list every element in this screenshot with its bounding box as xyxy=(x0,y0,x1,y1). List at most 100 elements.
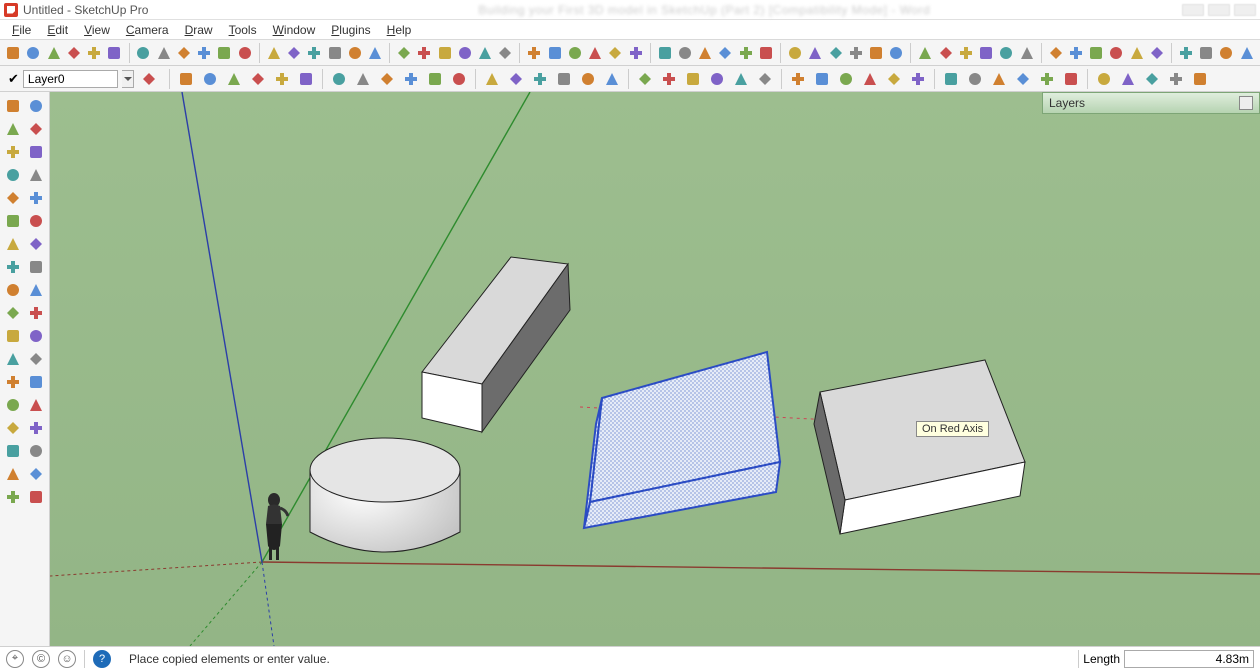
tb2-w-icon[interactable] xyxy=(400,68,422,90)
tool-camera-icon[interactable] xyxy=(25,439,48,462)
tb1-arc-icon[interactable] xyxy=(305,42,323,64)
tb2-layer-vis-icon[interactable] xyxy=(175,68,197,90)
tb1-right-icon[interactable] xyxy=(916,42,934,64)
tool-section-icon[interactable] xyxy=(2,439,25,462)
tool-move-icon[interactable] xyxy=(2,232,25,255)
tb1-dimension-icon[interactable] xyxy=(586,42,604,64)
tb1-line-icon[interactable] xyxy=(236,42,254,64)
layer-selector[interactable]: ✔ xyxy=(4,68,164,90)
tb2-diamond-icon[interactable] xyxy=(1060,68,1082,90)
tool-curve-icon[interactable] xyxy=(25,209,48,232)
tb2-intersect-icon[interactable] xyxy=(706,68,728,90)
status-icon-user[interactable]: ☺ xyxy=(58,650,76,668)
tb2-sandbox-icon[interactable] xyxy=(553,68,575,90)
tb1-bush-icon[interactable] xyxy=(1217,42,1235,64)
tb1-skin-icon[interactable] xyxy=(1047,42,1065,64)
tool-protractor-icon[interactable] xyxy=(25,347,48,370)
tb2-flip-icon[interactable] xyxy=(658,68,680,90)
tb1-circle-icon[interactable] xyxy=(346,42,364,64)
tb1-zoom-icon[interactable] xyxy=(716,42,734,64)
tb1-paste-icon[interactable] xyxy=(85,42,103,64)
tb1-top-icon[interactable] xyxy=(867,42,885,64)
menu-camera[interactable]: Camera xyxy=(120,23,175,37)
viewport-3d[interactable]: On Red Axis Layers xyxy=(50,92,1260,646)
tb1-scale-icon[interactable] xyxy=(476,42,494,64)
tb1-stop-icon[interactable] xyxy=(1128,42,1146,64)
tool-rectangle-icon[interactable] xyxy=(2,140,25,163)
tb2-bb-icon[interactable] xyxy=(481,68,503,90)
tb2-clean-icon[interactable] xyxy=(835,68,857,90)
tb2-cube-b-icon[interactable] xyxy=(1189,68,1211,90)
tb1-play-icon[interactable] xyxy=(1107,42,1125,64)
tb1-front-icon[interactable] xyxy=(887,42,905,64)
tool-paint-icon[interactable] xyxy=(25,94,48,117)
length-field[interactable] xyxy=(1124,650,1254,668)
menu-window[interactable]: Window xyxy=(267,23,322,37)
tb2-component-icon[interactable] xyxy=(199,68,221,90)
tb2-scenes-icon[interactable] xyxy=(352,68,374,90)
tb1-views-icon[interactable] xyxy=(826,42,844,64)
tb2-smooth-icon[interactable] xyxy=(529,68,551,90)
tb1-undo-icon[interactable] xyxy=(4,42,22,64)
tb1-copy-icon[interactable] xyxy=(65,42,83,64)
tool-prev-icon[interactable] xyxy=(2,416,25,439)
tool-orbit-icon[interactable] xyxy=(2,370,25,393)
tb2-book-icon[interactable] xyxy=(883,68,905,90)
tb2-sun-icon[interactable] xyxy=(730,68,752,90)
tb2-texture-icon[interactable] xyxy=(1012,68,1034,90)
tb2-north-icon[interactable] xyxy=(754,68,776,90)
tb1-rec-icon[interactable] xyxy=(1148,42,1166,64)
tb2-drape-icon[interactable] xyxy=(577,68,599,90)
tb2-pin-icon[interactable] xyxy=(505,68,527,90)
tb1-rectangle-icon[interactable] xyxy=(285,42,303,64)
tb1-xray-icon[interactable] xyxy=(1017,42,1035,64)
tb1-text-icon[interactable] xyxy=(606,42,624,64)
tb2-cube-g-icon[interactable] xyxy=(1165,68,1187,90)
tb2-box-wire-icon[interactable] xyxy=(964,68,986,90)
tool-3dtext-icon[interactable] xyxy=(25,324,48,347)
tb1-protractor-icon[interactable] xyxy=(546,42,564,64)
tool-scale-icon[interactable] xyxy=(25,278,48,301)
tb2-palette-icon[interactable] xyxy=(907,68,929,90)
tb1-save-icon[interactable] xyxy=(175,42,193,64)
tb1-cut-icon[interactable] xyxy=(45,42,63,64)
tool-tape-icon[interactable] xyxy=(2,301,25,324)
layers-panel-close[interactable] xyxy=(1239,96,1253,110)
tool-walk-icon[interactable] xyxy=(2,462,25,485)
layers-panel-header[interactable]: Layers xyxy=(1042,92,1260,114)
tb1-axes-icon[interactable] xyxy=(566,42,584,64)
tb1-tape-icon[interactable] xyxy=(525,42,543,64)
tb2-outliner-icon[interactable] xyxy=(247,68,269,90)
menu-tools[interactable]: Tools xyxy=(223,23,263,37)
tb1-3d-text-icon[interactable] xyxy=(627,42,645,64)
tb2-styles-icon[interactable] xyxy=(328,68,350,90)
tool-arc-icon[interactable] xyxy=(25,163,48,186)
status-icon-credit[interactable]: © xyxy=(32,650,50,668)
tb1-grass-icon[interactable] xyxy=(1197,42,1215,64)
menu-view[interactable]: View xyxy=(78,23,116,37)
tool-next-icon[interactable] xyxy=(25,416,48,439)
tb2-map-icon[interactable] xyxy=(1036,68,1058,90)
tool-follow-icon[interactable] xyxy=(25,255,48,278)
tb1-model-info-icon[interactable] xyxy=(215,42,233,64)
tool-circle-icon[interactable] xyxy=(2,163,25,186)
tb1-bezier-icon[interactable] xyxy=(325,42,343,64)
tb1-erase-icon[interactable] xyxy=(105,42,123,64)
tb1-xy-icon[interactable] xyxy=(1067,42,1085,64)
layers-panel[interactable]: Layers xyxy=(1042,92,1260,114)
tb1-section-icon[interactable] xyxy=(656,42,674,64)
tb1-push-pull-icon[interactable] xyxy=(415,42,433,64)
menu-draw[interactable]: Draw xyxy=(179,23,219,37)
tool-axes-icon[interactable] xyxy=(2,347,25,370)
tb1-move-icon[interactable] xyxy=(395,42,413,64)
layer-dropdown-arrow[interactable] xyxy=(122,70,134,88)
tb1-next-icon[interactable] xyxy=(806,42,824,64)
tb2-r-icon[interactable] xyxy=(424,68,446,90)
tool-select-icon[interactable] xyxy=(2,94,25,117)
tb1-print-icon[interactable] xyxy=(195,42,213,64)
tool-zoom-icon[interactable] xyxy=(2,393,25,416)
tb1-zoom-extents-icon[interactable] xyxy=(757,42,775,64)
layer-manager-icon[interactable] xyxy=(138,68,160,90)
tb1-redo-icon[interactable] xyxy=(24,42,42,64)
menu-edit[interactable]: Edit xyxy=(41,23,74,37)
